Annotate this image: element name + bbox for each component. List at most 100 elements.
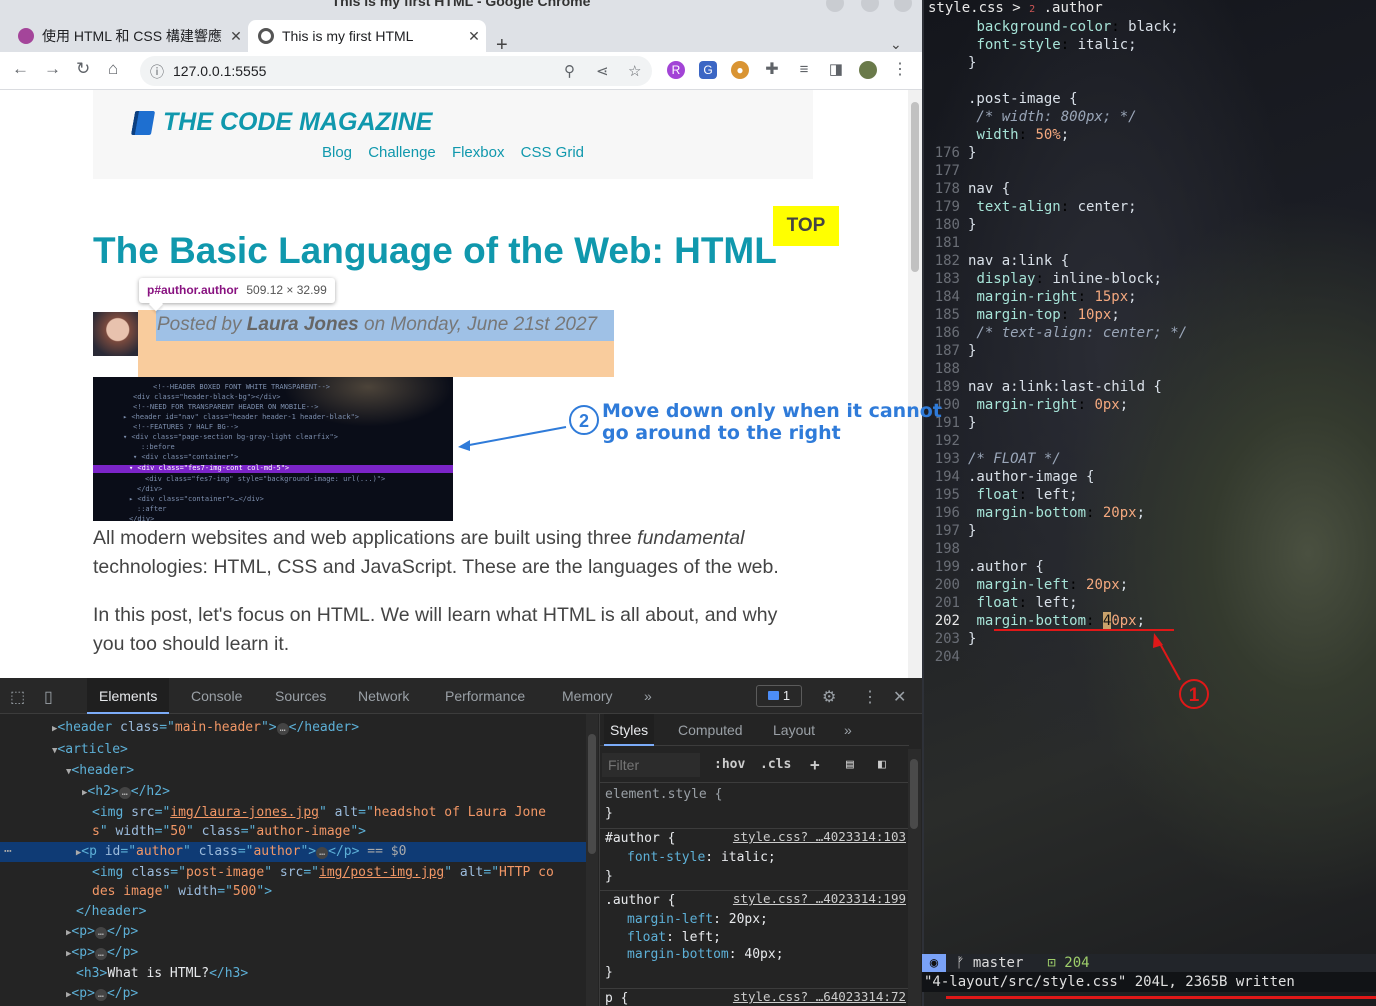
bookmark-star-icon[interactable]: ☆ [628,62,641,80]
extensions-puzzle-icon[interactable]: ✚ [763,61,781,79]
tab-elements[interactable]: Elements [87,678,170,714]
new-rule-icon[interactable]: + [810,755,820,774]
maximize-button[interactable] [861,0,879,12]
issues-badge[interactable]: 1 [756,685,802,707]
code-line[interactable]: 185 margin-top: 10px; [922,306,1376,324]
reload-icon[interactable]: ↻ [76,59,90,79]
code-line[interactable]: 200 margin-left: 20px; [922,576,1376,594]
code-line[interactable]: 195 float: left; [922,486,1376,504]
close-window-button[interactable] [894,0,912,12]
home-icon[interactable]: ⌂ [108,59,118,79]
code-line[interactable]: .post-image { [922,90,1376,108]
dom-node-img[interactable]: <img src="img/laura-jones.jpg" alt="head… [0,803,546,823]
extension-icon[interactable]: R [667,61,685,79]
nav-link-blog[interactable]: Blog [322,144,352,161]
more-panes-icon[interactable]: » [838,714,858,746]
top-button[interactable]: TOP [773,206,839,246]
tab-layout[interactable]: Layout [767,714,821,746]
dom-node-p-author[interactable]: ⋯ ▶<p id="author" class="author">… </p> ==… [0,842,586,862]
dom-node-h3[interactable]: <h3>What is HTML?</h3> [0,964,248,984]
dom-node-article[interactable]: ▼<article> [0,740,128,760]
code-line[interactable]: 181 [922,234,1376,252]
code-line[interactable]: background-color: black; [922,18,1376,36]
code-line[interactable]: 182 nav a:link { [922,252,1376,270]
minimize-button[interactable] [826,0,844,12]
tab-search-icon[interactable]: ⌄ [890,36,902,53]
code-line[interactable] [922,72,1376,90]
code-line[interactable]: 203} [922,630,1376,648]
code-line[interactable]: 196 margin-bottom: 20px; [922,504,1376,522]
tab-computed[interactable]: Computed [672,714,749,746]
rule-source-link[interactable]: style.css? …4023314:199 [733,891,906,906]
code-line[interactable]: 179 text-align: center; [922,198,1376,216]
rule-source-link[interactable]: style.css? …4023314:103 [733,829,906,844]
code-line[interactable]: /* width: 800px; */ [922,108,1376,126]
code-line[interactable]: 184 margin-right: 15px; [922,288,1376,306]
tab-performance[interactable]: Performance [433,678,537,714]
dom-node-img2[interactable]: <img class="post-image" src="img/post-im… [0,863,554,883]
code-line[interactable]: 183 display: inline-block; [922,270,1376,288]
dom-node-header[interactable]: ▶<header class="main-header">… </header> [0,718,359,738]
zoom-icon[interactable]: ⚲ [564,62,575,80]
dom-node-header-close[interactable]: </header> [0,902,146,922]
code-line[interactable]: 177 [922,162,1376,180]
code-line[interactable]: 202 margin-bottom: 40px; [922,612,1376,630]
inspect-element-icon[interactable]: ⬚ [10,687,25,707]
code-line[interactable]: 197} [922,522,1376,540]
scroll-thumb[interactable] [911,102,919,272]
dom-node-img-cont[interactable]: s" width="50" class="author-image"> [0,822,366,842]
code-line[interactable]: 204 [922,648,1376,666]
hov-toggle[interactable]: :hov [714,757,745,772]
tab-memory[interactable]: Memory [550,678,625,714]
close-devtools-icon[interactable]: ✕ [893,687,906,707]
code-line[interactable]: width: 50%; [922,126,1376,144]
share-icon[interactable]: ⋖ [596,62,609,80]
nav-link-flexbox[interactable]: Flexbox [452,144,505,161]
close-tab-icon[interactable]: ✕ [224,28,248,45]
code-line[interactable]: 176} [922,144,1376,162]
dom-node-header-inner[interactable]: ▼<header> [0,761,134,781]
code-line[interactable]: 194 .author-image { [922,468,1376,486]
code-line[interactable]: 186 /* text-align: center; */ [922,324,1376,342]
tab-sources[interactable]: Sources [263,678,338,714]
code-line[interactable]: 187} [922,342,1376,360]
code-line[interactable]: 191} [922,414,1376,432]
code-line[interactable]: 180} [922,216,1376,234]
site-info-icon[interactable]: ⓘ [150,62,164,82]
dom-node-h2[interactable]: ▶<h2>… </h2> [0,782,170,802]
tab-styles[interactable]: Styles [604,714,655,746]
nav-link-challenge[interactable]: Challenge [368,144,436,161]
dom-node-p[interactable]: ▶<p>… </p> [0,922,138,942]
toggle-sidebar-icon[interactable]: ◧ [878,757,886,772]
back-icon[interactable]: ← [12,59,29,79]
device-toolbar-icon[interactable]: ▯ [44,687,53,707]
more-tabs-icon[interactable]: » [632,678,664,714]
tab-responsive[interactable]: 使用 HTML 和 CSS 構建響應 ✕ [8,20,248,52]
page-scrollbar[interactable] [908,90,922,678]
nav-link-css-grid[interactable]: CSS Grid [521,144,584,161]
logo[interactable]: THE CODE MAGAZINE [130,108,432,137]
code-line[interactable]: } [922,54,1376,72]
reading-list-icon[interactable]: ≡ [795,61,813,79]
cls-toggle[interactable]: .cls [760,757,791,772]
code-line[interactable]: 201 float: left; [922,594,1376,612]
code-line[interactable]: 189 nav a:link:last-child { [922,378,1376,396]
more-options-icon[interactable]: ⋮ [862,687,878,707]
styles-filter-input[interactable] [602,753,700,777]
translate-icon[interactable]: G [699,61,717,79]
code-line[interactable]: font-style: italic; [922,36,1376,54]
dom-node-p[interactable]: ▶<p>… </p> [0,943,138,963]
profile-avatar[interactable] [859,61,877,79]
code-line[interactable]: 178 nav { [922,180,1376,198]
tab-network[interactable]: Network [346,678,421,714]
code-line[interactable]: 192 [922,432,1376,450]
code-line[interactable]: 198 [922,540,1376,558]
dom-node-img2-cont[interactable]: des image" width="500"> [0,882,272,902]
side-panel-icon[interactable]: ◨ [827,61,845,79]
code-line[interactable]: 193 /* FLOAT */ [922,450,1376,468]
paint-icon[interactable]: ▤ [846,757,854,772]
address-bar[interactable]: ⓘ 127.0.0.1:5555 ⚲ ⋖ ☆ [140,56,652,86]
settings-gear-icon[interactable]: ⚙ [822,687,836,707]
dom-node-p[interactable]: ▶<p>… </p> [0,984,138,1004]
menu-icon[interactable]: ⋮ [891,61,909,79]
